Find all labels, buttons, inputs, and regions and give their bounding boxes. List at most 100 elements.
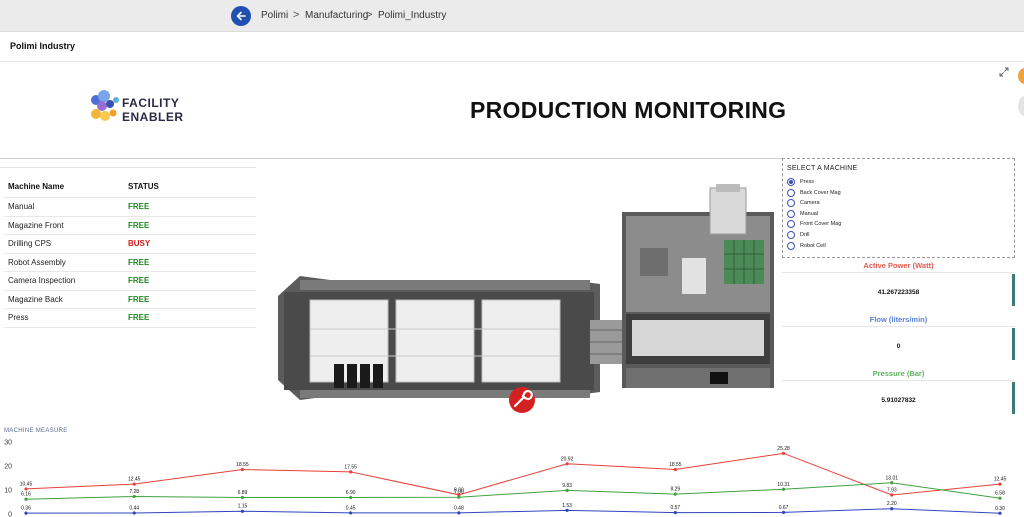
data-point[interactable] xyxy=(240,495,245,500)
radio-button[interactable] xyxy=(787,241,795,250)
data-point[interactable] xyxy=(565,508,569,512)
y-tick-label: 10 xyxy=(4,488,12,495)
data-label: 8.29 xyxy=(670,487,680,493)
data-point[interactable] xyxy=(673,511,677,515)
data-label: 12.45 xyxy=(994,477,1007,483)
data-point[interactable] xyxy=(349,511,353,515)
machine-option[interactable]: Press xyxy=(787,177,814,187)
machine-selector: SELECT A MACHINE Press Back Cover Mag Came… xyxy=(782,158,1015,258)
back-button[interactable] xyxy=(231,6,251,26)
data-point[interactable] xyxy=(781,510,786,514)
machine-option[interactable]: Manual xyxy=(787,209,818,219)
radio-button[interactable] xyxy=(787,188,795,197)
table-row: Drilling CPS BUSY xyxy=(4,235,256,254)
data-point[interactable] xyxy=(998,496,1002,500)
data-point[interactable] xyxy=(890,493,894,497)
column-header-machine-name: Machine Name xyxy=(8,182,65,191)
data-point[interactable] xyxy=(240,467,245,472)
machine-option[interactable]: Robot Cell xyxy=(787,241,826,251)
metric-title: Pressure (Bar) xyxy=(782,366,1015,381)
data-label: 6.90 xyxy=(346,490,356,496)
data-point[interactable] xyxy=(565,488,569,493)
data-point[interactable] xyxy=(240,509,245,513)
data-label: 1.15 xyxy=(238,504,248,510)
machine-name-cell: Robot Assembly xyxy=(8,257,66,267)
data-point[interactable] xyxy=(349,470,353,474)
data-point[interactable] xyxy=(24,511,28,515)
side-scroll-handle[interactable] xyxy=(1018,96,1024,116)
data-point[interactable] xyxy=(998,511,1002,515)
data-label: 17.55 xyxy=(344,464,357,470)
status-cell: FREE xyxy=(128,276,150,286)
dashboard-heading: PRODUCTION MONITORING xyxy=(470,97,787,123)
data-label: 9.83 xyxy=(562,483,572,489)
data-label: 0.57 xyxy=(670,505,680,511)
machine-option[interactable]: Drill xyxy=(787,230,809,240)
machine-option[interactable]: Back Cover Mag xyxy=(787,188,841,198)
metric-panel: Flow (liters/min) 0 xyxy=(782,312,1015,364)
data-label: 18.55 xyxy=(236,462,249,468)
metric-panel: Pressure (Bar) 5.91027832 xyxy=(782,366,1015,418)
divider xyxy=(0,158,784,159)
data-point[interactable] xyxy=(457,495,461,499)
data-label: 1.53 xyxy=(562,503,572,509)
data-point[interactable] xyxy=(890,481,894,485)
page-title: Polimi Industry xyxy=(10,41,76,51)
breadcrumb-item[interactable]: Polimi_Industry xyxy=(378,10,446,21)
table-row: Manual FREE xyxy=(4,198,256,217)
data-point[interactable] xyxy=(781,451,786,455)
radio-button[interactable] xyxy=(787,199,795,208)
data-label: 0.48 xyxy=(454,505,464,511)
y-tick-label: 0 xyxy=(8,512,12,517)
metric-value: 0 xyxy=(896,343,901,350)
data-label: 10.45 xyxy=(20,481,33,487)
y-tick-label: 20 xyxy=(4,464,12,471)
metric-value: 41.267223358 xyxy=(877,289,920,296)
data-point[interactable] xyxy=(673,492,677,496)
table-row: Press FREE xyxy=(4,309,256,328)
data-point[interactable] xyxy=(24,497,28,501)
data-point[interactable] xyxy=(890,507,894,511)
expand-icon[interactable] xyxy=(998,66,1010,78)
data-point[interactable] xyxy=(781,487,786,491)
status-cell: FREE xyxy=(128,257,150,267)
data-point[interactable] xyxy=(349,495,353,500)
data-point[interactable] xyxy=(673,467,677,472)
machine-option[interactable]: Camera xyxy=(787,198,820,208)
machine-name-cell: Manual xyxy=(8,202,35,212)
data-point[interactable] xyxy=(132,511,136,515)
status-cell: BUSY xyxy=(128,239,151,249)
side-widget-handle[interactable] xyxy=(1018,68,1024,84)
data-label: 13.01 xyxy=(886,475,899,481)
radio-button[interactable] xyxy=(787,231,795,239)
table-row: Magazine Back FREE xyxy=(4,291,256,309)
data-label: 0.44 xyxy=(129,505,139,511)
data-label: 7.93 xyxy=(887,487,897,493)
data-point[interactable] xyxy=(24,487,28,491)
data-point[interactable] xyxy=(132,494,136,499)
machine-status-table: Machine Name STATUS Manual FREE Magazine F… xyxy=(4,176,256,328)
data-label: 18.55 xyxy=(669,462,682,468)
machine-name-cell: Magazine Front xyxy=(8,220,64,230)
data-label: 20.92 xyxy=(561,456,574,462)
data-point[interactable] xyxy=(565,462,569,466)
data-point[interactable] xyxy=(457,511,461,515)
arrow-left-icon xyxy=(236,11,246,21)
data-point[interactable] xyxy=(132,482,136,486)
machine-name-cell: Drilling CPS xyxy=(8,239,52,249)
data-point[interactable] xyxy=(998,482,1002,486)
data-label: 12.45 xyxy=(128,477,141,483)
metric-title: Flow (liters/min) xyxy=(782,312,1015,327)
radio-button[interactable] xyxy=(787,178,795,186)
data-label: 0.45 xyxy=(346,505,356,511)
status-cell: FREE xyxy=(128,294,150,304)
radio-button[interactable] xyxy=(787,209,795,218)
divider xyxy=(0,167,256,168)
data-label: 0.67 xyxy=(779,505,789,511)
machine-option[interactable]: Front Cover Mag xyxy=(787,219,841,229)
breadcrumb-item[interactable]: Manufacturing xyxy=(305,10,368,21)
breadcrumb-separator: > xyxy=(366,9,373,21)
metric-accent-bar xyxy=(1012,328,1015,360)
radio-button[interactable] xyxy=(787,220,795,229)
breadcrumb-item[interactable]: Polimi xyxy=(261,10,288,21)
